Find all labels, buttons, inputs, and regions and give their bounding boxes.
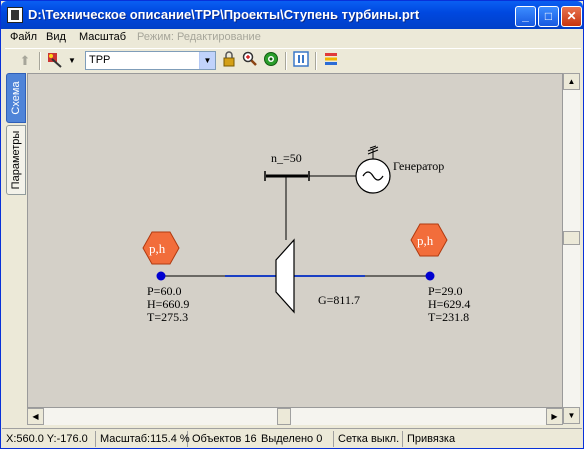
inlet-badge-label: p,h [149,241,166,256]
menu-view[interactable]: Вид [46,31,66,43]
inlet-temperature: T=275.3 [147,310,188,324]
toolbar: ⬆ ▼ TPP ▼ [5,48,581,72]
horizontal-scroll-thumb[interactable] [277,408,291,425]
outlet-badge[interactable]: p,h [410,223,448,257]
tab-scheme-label: Схема [10,81,22,115]
tools-dropdown-arrow-icon[interactable]: ▼ [67,51,77,71]
outlet-temperature: T=231.8 [428,310,469,324]
project-select[interactable]: TPP ▼ [85,51,216,70]
pause-icon[interactable] [291,51,311,71]
window-title: D:\Техническое описание\TPP\Проекты\Ступ… [28,7,420,22]
project-select-value: TPP [89,54,111,66]
inlet-badge[interactable]: p,h [142,231,180,265]
shaft-label: n_=50 [271,151,302,165]
target-icon[interactable] [261,51,281,71]
menu-scale[interactable]: Масштаб [79,31,126,43]
status-bar: X:560.0 Y:-176.0 Масштаб:115.4 % Объекто… [2,428,582,448]
lock-icon[interactable] [219,51,239,71]
tab-params[interactable]: Параметры [6,125,26,195]
scroll-down-icon[interactable]: ▼ [563,407,580,424]
horizontal-scrollbar[interactable]: ◀ ▶ [27,408,563,425]
tools-icon[interactable] [45,51,65,71]
flow-label: G=811.7 [318,293,360,307]
status-objects: Объектов 16 [192,433,257,445]
outlet-node[interactable] [425,271,435,281]
scroll-left-icon[interactable]: ◀ [27,408,44,425]
status-selected: Выделено 0 [259,431,334,447]
generator-label: Генератор [393,159,444,173]
app-icon[interactable] [7,7,23,23]
status-grid[interactable]: Сетка выкл. [336,431,403,447]
vertical-scroll-thumb[interactable] [563,231,580,245]
outlet-badge-label: p,h [417,233,434,248]
status-snap[interactable]: Привязка [405,431,485,447]
outlet-enthalpy: H=629.4 [428,297,470,311]
scroll-up-icon[interactable]: ▲ [563,73,580,90]
layers-icon[interactable] [321,51,341,71]
maximize-button[interactable]: □ [538,6,559,27]
turbine-stage[interactable] [275,238,295,314]
inlet-pressure: P=60.0 [147,284,181,298]
outlet-pressure: P=29.0 [428,284,462,298]
toolbar-separator [315,52,317,70]
toolbar-separator [39,52,41,70]
close-button[interactable]: ✕ [561,6,582,27]
ground-icon [367,145,379,159]
diagram-canvas[interactable]: n_=50 Генератор p,h p,h P=60.0 H=660.9 T… [27,73,563,408]
inlet-node[interactable] [156,271,166,281]
menu-bar: Файл Вид Масштаб Режим: Редактирование [5,29,581,47]
tab-scheme[interactable]: Схема [6,73,26,123]
minimize-button[interactable]: _ [515,6,536,27]
title-bar[interactable]: D:\Техническое описание\TPP\Проекты\Ступ… [1,1,583,29]
status-scale: Масштаб:115.4 % [100,431,190,447]
zoom-icon[interactable] [240,51,260,71]
menu-file[interactable]: Файл [10,31,37,43]
vertical-tabs: Схема Параметры [5,73,27,428]
app-window: D:\Техническое описание\TPP\Проекты\Ступ… [0,0,584,449]
up-arrow-icon[interactable]: ⬆ [15,51,35,71]
generator[interactable] [355,145,391,194]
tab-params-label: Параметры [10,130,22,190]
toolbar-separator [285,52,287,70]
chevron-down-icon[interactable]: ▼ [199,52,215,69]
menu-mode: Режим: Редактирование [137,31,261,43]
status-coords: X:560.0 Y:-176.0 [4,431,96,447]
scroll-right-icon[interactable]: ▶ [546,408,563,425]
turbine-diagram: n_=50 Генератор p,h p,h P=60.0 H=660.9 T… [142,145,470,324]
vertical-scrollbar[interactable]: ▲ ▼ [563,73,580,424]
inlet-enthalpy: H=660.9 [147,297,189,311]
